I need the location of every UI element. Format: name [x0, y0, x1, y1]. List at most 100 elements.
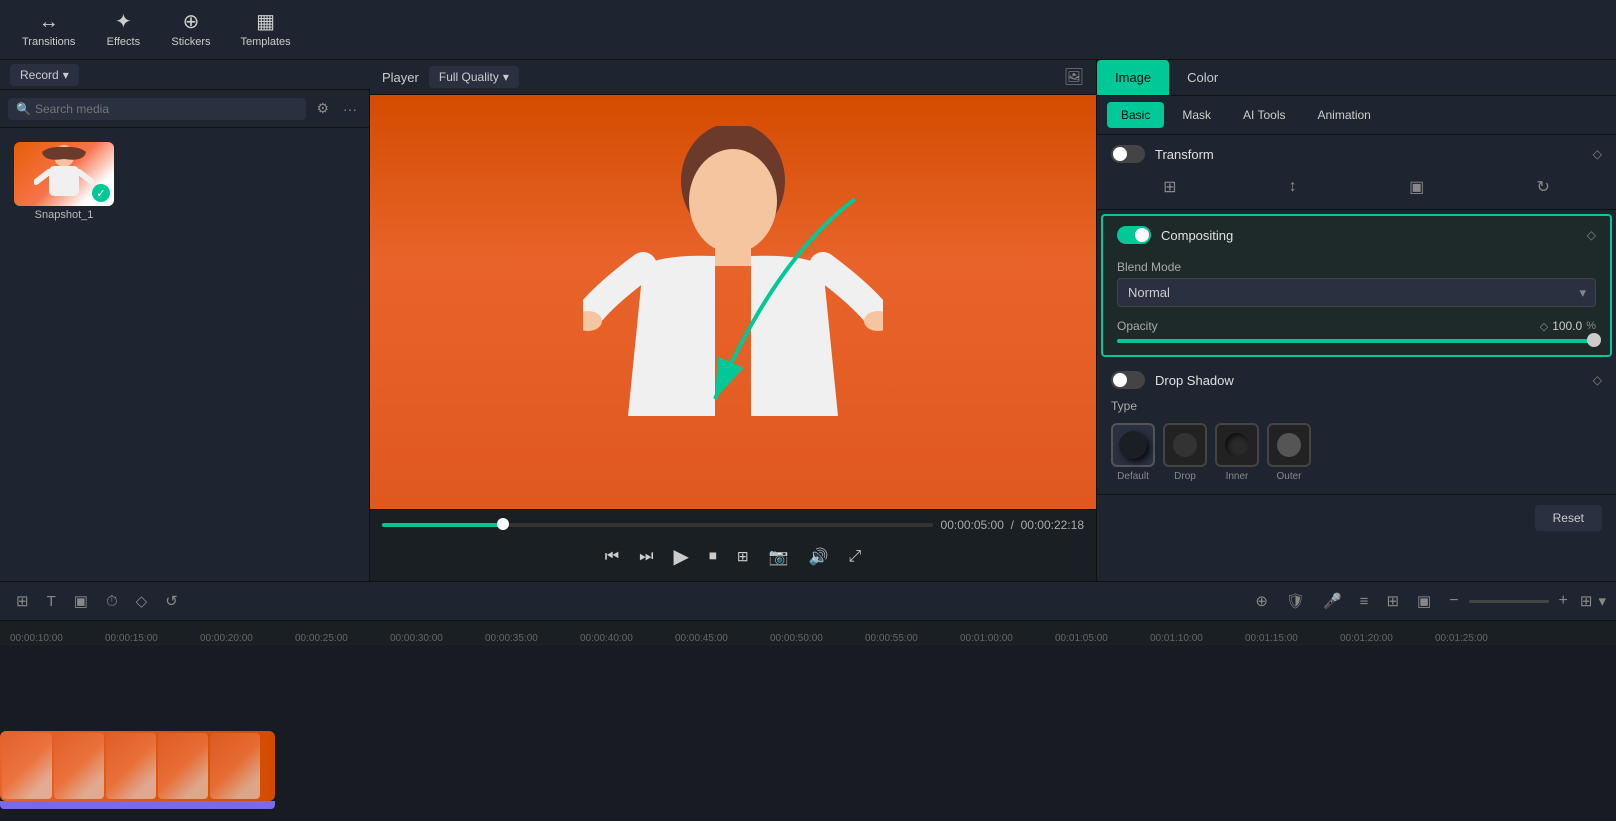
subtab-basic[interactable]: Basic — [1107, 102, 1164, 128]
drop-shadow-diamond-icon: ◇ — [1593, 373, 1602, 387]
zoom-out-button[interactable]: − — [1443, 590, 1464, 612]
media-grid: ✓ Snapshot_1 — [0, 128, 369, 581]
frame-thumb-4 — [158, 733, 208, 799]
ruler-tick: 00:00:20:00 — [200, 633, 295, 644]
shadow-type-default[interactable]: Default — [1111, 423, 1155, 482]
shadow-drop-label: Drop — [1174, 471, 1196, 482]
nav-stickers[interactable]: ⊕ Stickers — [159, 6, 222, 54]
timeline-grid-btn[interactable]: ⊞ — [1380, 588, 1405, 614]
drop-shadow-toggle-knob — [1113, 373, 1127, 387]
drop-shadow-toggle[interactable] — [1111, 371, 1145, 389]
transform-rotate-icon[interactable]: ↻ — [1536, 177, 1549, 197]
stickers-icon: ⊕ — [183, 12, 200, 32]
blend-select-wrap: Normal Multiply Screen Overlay Darken Li… — [1117, 278, 1596, 307]
opacity-label-row: Opacity ◇ 100.0 % — [1117, 319, 1596, 333]
record-chevron-icon: ▾ — [63, 68, 69, 82]
ruler-tick: 00:00:55:00 — [865, 633, 960, 644]
compositing-toggle[interactable] — [1117, 226, 1151, 244]
person-silhouette — [34, 144, 94, 204]
reset-button[interactable]: Reset — [1535, 505, 1602, 531]
tab-color[interactable]: Color — [1169, 60, 1236, 95]
nav-effects[interactable]: ✦ Effects — [93, 6, 153, 54]
quality-label: Full Quality — [439, 70, 499, 84]
opacity-slider-thumb — [1587, 333, 1601, 347]
play-button[interactable]: ▶ — [670, 540, 693, 573]
blend-mode-select[interactable]: Normal Multiply Screen Overlay Darken Li… — [1117, 278, 1596, 307]
timeline-video-clip[interactable] — [0, 731, 275, 801]
left-toolbar: 🔍 ⚙ ··· — [0, 90, 369, 128]
timeline-mic-btn[interactable]: 🎤 — [1317, 588, 1348, 614]
transform-toggle[interactable] — [1111, 145, 1145, 163]
zoom-in-button[interactable]: + — [1553, 590, 1574, 612]
timeline-image-btn[interactable]: ▣ — [1411, 588, 1437, 614]
filter-button[interactable]: ⚙ — [312, 96, 333, 121]
transform-crop-icon[interactable]: ▣ — [1409, 177, 1424, 197]
transform-header: Transform ◇ — [1097, 135, 1616, 173]
snapshot-button[interactable]: 📷 — [765, 543, 793, 571]
timeline-text-tool[interactable]: T — [41, 589, 62, 614]
person-svg — [583, 126, 883, 506]
opacity-unit: % — [1586, 320, 1596, 332]
record-area: Record ▾ — [0, 60, 370, 90]
video-canvas — [370, 95, 1096, 509]
skip-back-button[interactable]: ⏮ — [601, 544, 623, 570]
timeline-text-overlay-btn[interactable]: ≡ — [1354, 589, 1375, 614]
nav-templates[interactable]: ▦ Templates — [229, 6, 303, 54]
tab-image[interactable]: Image — [1097, 60, 1169, 95]
progress-bar[interactable] — [382, 523, 933, 527]
timeline-shape-tool[interactable]: ◇ — [130, 588, 154, 614]
right-panel: Image Color Basic Mask AI Tools Animatio… — [1096, 60, 1616, 581]
shadow-type-drop[interactable]: Drop — [1163, 423, 1207, 482]
screenshot-button[interactable]: 🖼 — [1064, 67, 1084, 87]
transform-flip-icon[interactable]: ↕ — [1289, 177, 1297, 197]
effects-icon: ✦ — [115, 12, 132, 32]
ruler-inner: 00:00:10:00 00:00:15:00 00:00:20:00 00:0… — [0, 621, 1540, 644]
ruler-tick: 00:00:15:00 — [105, 633, 200, 644]
timeline-ruler: 00:00:10:00 00:00:15:00 00:00:20:00 00:0… — [0, 621, 1616, 645]
grid-view-button[interactable]: ⊞ — [1580, 592, 1593, 610]
shadow-type-label: Type — [1097, 395, 1616, 417]
stickers-label: Stickers — [171, 36, 210, 48]
volume-button[interactable]: 🔊 — [805, 543, 833, 571]
timeline-rotate-tool[interactable]: ↺ — [159, 588, 184, 614]
search-box[interactable]: 🔍 — [8, 98, 306, 120]
controls-row: ⏮ ⏭︎ ▶ ⏹ ⊞ 📷 🔊 ⤢ — [382, 540, 1084, 573]
transform-diamond-icon: ◇ — [1593, 147, 1602, 161]
drop-shadow-title: Drop Shadow — [1155, 373, 1583, 388]
crop-button[interactable]: ⊞ — [733, 544, 753, 569]
opacity-label: Opacity — [1117, 319, 1158, 333]
ruler-tick: 00:00:40:00 — [580, 633, 675, 644]
search-input[interactable] — [35, 102, 298, 116]
player-controls: 00:00:05:00 / 00:00:22:18 ⏮ ⏭︎ ▶ ⏹ ⊞ 📷 🔊… — [370, 509, 1096, 581]
timeline-select-tool[interactable]: ⊞ — [10, 588, 35, 614]
subtab-animation[interactable]: Animation — [1303, 102, 1384, 128]
media-item-snapshot1[interactable]: ✓ Snapshot_1 — [14, 142, 114, 221]
zoom-slider[interactable] — [1469, 600, 1549, 603]
grid-more-button[interactable]: ▾ — [1598, 592, 1606, 610]
timeline-timer-tool[interactable]: ⏱ — [100, 589, 124, 614]
record-button[interactable]: Record ▾ — [10, 64, 79, 86]
zoom-control: − + — [1443, 590, 1574, 612]
opacity-slider[interactable] — [1117, 339, 1596, 343]
transform-scale-icon[interactable]: ⊞ — [1163, 177, 1176, 197]
opacity-diamond-icon: ◇ — [1540, 320, 1548, 333]
quality-button[interactable]: Full Quality ▾ — [429, 66, 519, 88]
right-top-tabs: Image Color — [1097, 60, 1616, 96]
quality-chevron-icon: ▾ — [503, 70, 509, 84]
more-button[interactable]: ··· — [339, 97, 361, 121]
shadow-type-inner[interactable]: Inner — [1215, 423, 1259, 482]
timeline-play-btn[interactable]: ⊕ — [1249, 588, 1274, 614]
ruler-tick: 00:00:45:00 — [675, 633, 770, 644]
subtab-aitools[interactable]: AI Tools — [1229, 102, 1299, 128]
timeline-tracks — [0, 645, 1616, 821]
subtab-mask[interactable]: Mask — [1168, 102, 1225, 128]
shadow-type-outer[interactable]: Outer — [1267, 423, 1311, 482]
fullscreen-button[interactable]: ⤢ — [844, 544, 865, 570]
ruler-tick: 00:00:10:00 — [10, 633, 105, 644]
timeline-shield-btn[interactable]: 🛡 — [1280, 588, 1311, 614]
timeline-crop-tool[interactable]: ▣ — [68, 588, 94, 614]
stop-button[interactable]: ⏹ — [705, 544, 721, 570]
compositing-title: Compositing — [1161, 228, 1577, 243]
step-back-button[interactable]: ⏭︎ — [635, 544, 657, 570]
nav-transitions[interactable]: ↔ Transitions — [10, 6, 87, 54]
